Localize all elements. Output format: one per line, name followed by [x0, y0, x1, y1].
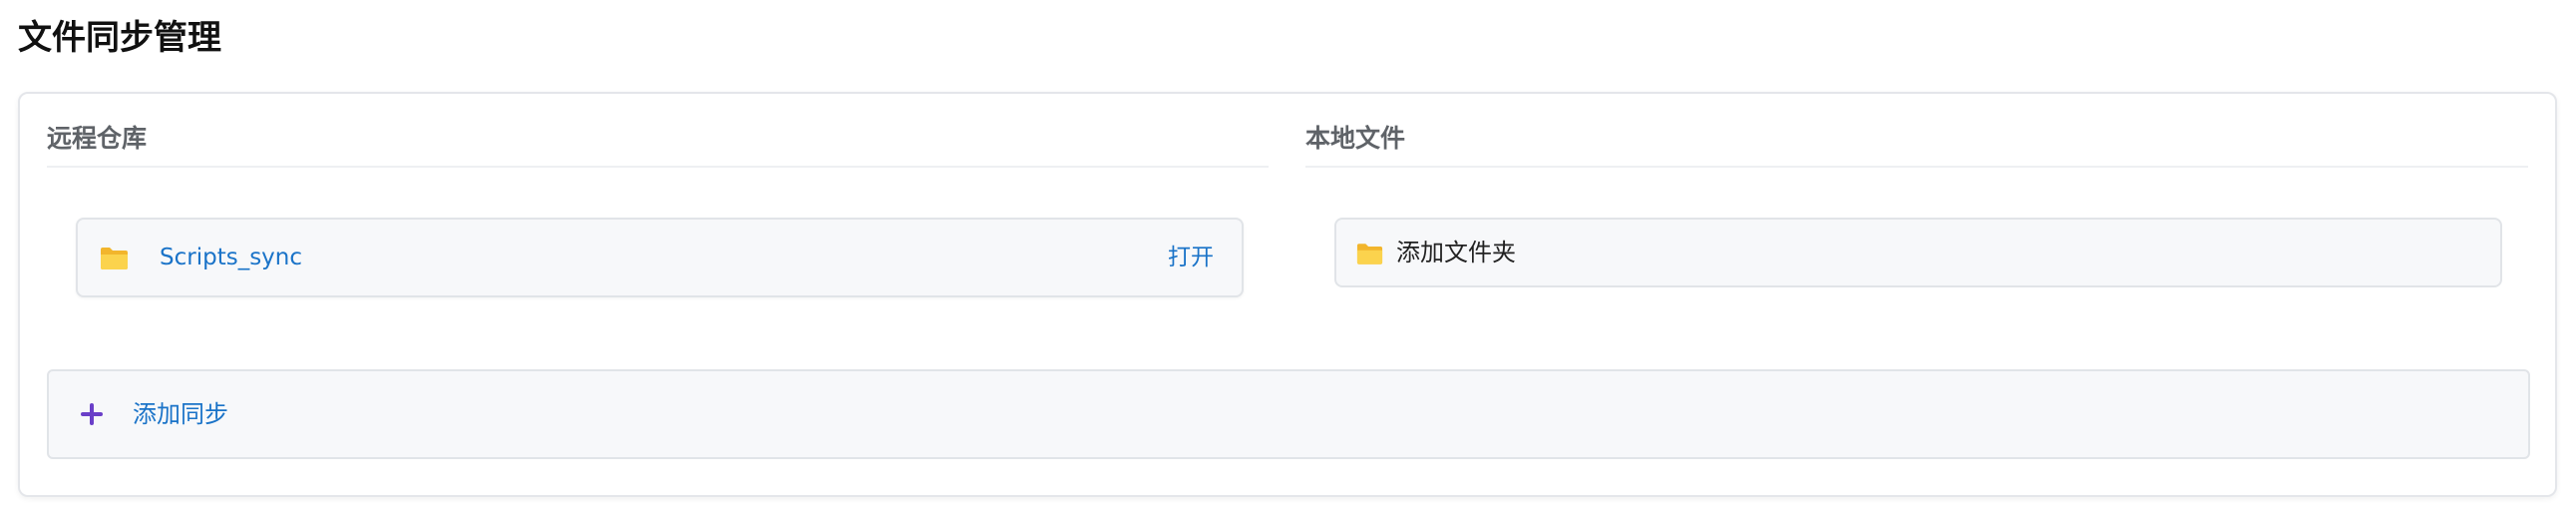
- remote-divider: [47, 166, 1269, 168]
- repo-name[interactable]: Scripts_sync: [160, 240, 302, 275]
- remote-repo-heading: 远程仓库: [47, 124, 148, 153]
- sync-card: 远程仓库 本地文件 Scripts_sync 打开 添加文件夹 添加同步: [18, 92, 2557, 497]
- local-files-heading: 本地文件: [1305, 124, 1406, 153]
- add-folder-label: 添加文件夹: [1396, 239, 1516, 266]
- add-folder-button[interactable]: 添加文件夹: [1334, 218, 2502, 287]
- add-sync-button[interactable]: 添加同步: [47, 369, 2530, 459]
- folder-icon: [101, 248, 128, 269]
- folder-icon: [1356, 244, 1383, 264]
- add-sync-label: 添加同步: [133, 400, 228, 428]
- page-title: 文件同步管理: [18, 18, 221, 58]
- plus-icon: [81, 403, 103, 425]
- repo-item-scripts-sync[interactable]: Scripts_sync 打开: [76, 218, 1244, 297]
- open-button[interactable]: 打开: [1168, 240, 1214, 275]
- local-divider: [1305, 166, 2528, 168]
